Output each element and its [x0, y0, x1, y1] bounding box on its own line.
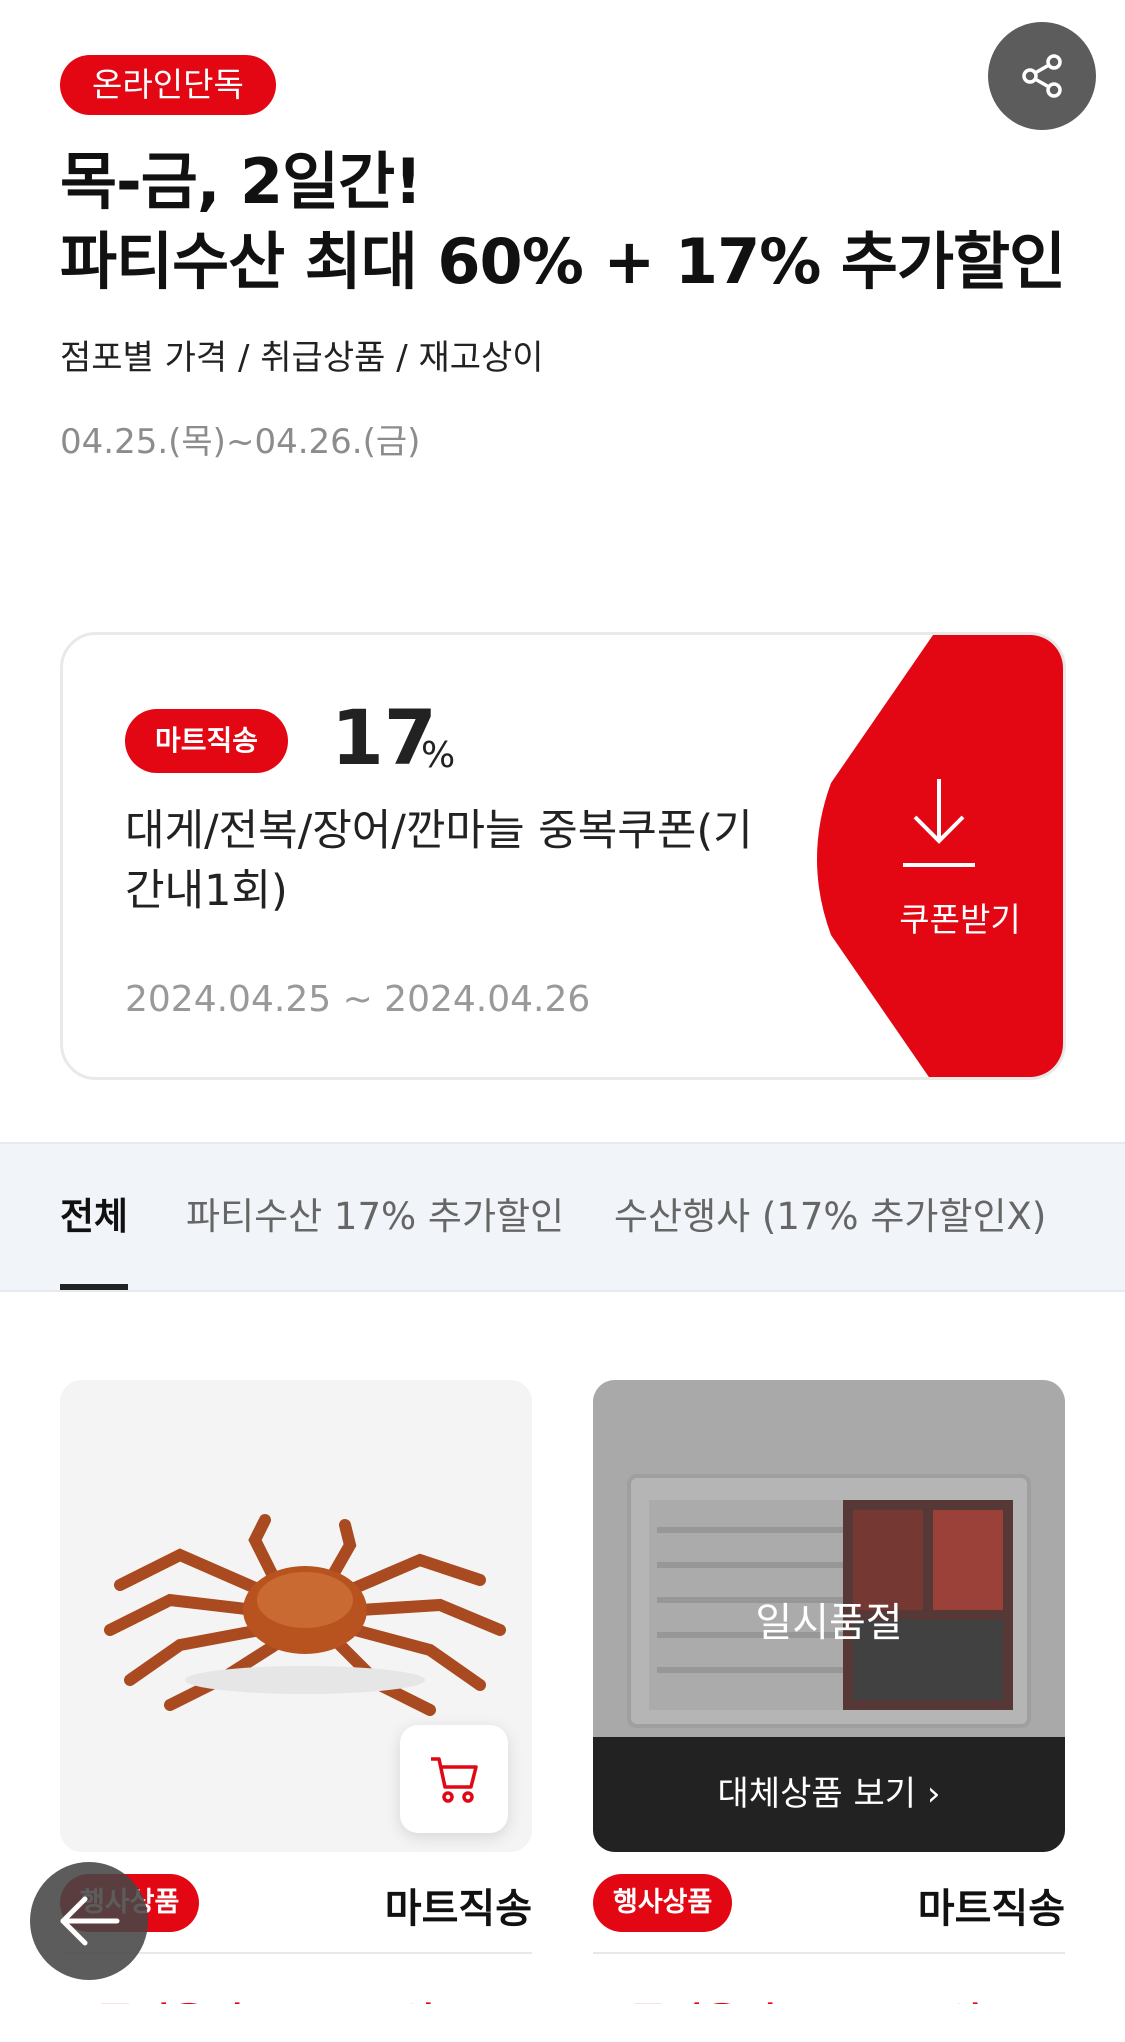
coupon-price: 쿠폰적용시 29,750원 — [593, 1954, 1065, 2004]
event-period: 04.25.(목)~04.26.(금) — [60, 422, 421, 462]
category-tabs: 전체 파티수산 17% 추가할인 수산행사 (17% 추가할인X) — [0, 1142, 1125, 1292]
coupon-card: 마트직송 17 % 대게/전복/장어/깐마늘 중복쿠폰(기간내1회) 2024.… — [60, 632, 1066, 1080]
event-product-badge: 행사상품 — [593, 1874, 733, 1932]
product-meta-row: 행사상품 마트직송 — [593, 1852, 1065, 1952]
coupon-download-button[interactable]: 쿠폰받기 — [803, 635, 1063, 1077]
cart-icon — [431, 1757, 478, 1803]
coupon-rate-unit: % — [421, 735, 456, 776]
delivery-type-label: 마트직송 — [917, 1886, 1065, 1932]
page-title: 목-금, 2일간! 파티수산 최대 60% + 17% 추가할인 — [60, 142, 1080, 302]
view-alternative-button[interactable]: 대체상품 보기 › — [593, 1737, 1065, 1852]
delivery-type-label: 마트직송 — [384, 1886, 532, 1932]
coupon-price-text: 쿠폰적용시39,500원 — [60, 1990, 435, 2004]
coupon-badge: 마트직송 — [125, 709, 289, 773]
product-card[interactable]: 일시품절 대체상품 보기 › 행사상품 마트직송 쿠폰적용시 29,750원 — [593, 1380, 1065, 2004]
title-line-1: 목-금, 2일간! — [60, 145, 422, 218]
tab-all[interactable]: 전체 — [60, 1144, 128, 1290]
product-image-eel[interactable]: 일시품절 대체상품 보기 › — [593, 1380, 1065, 1852]
tab-party-seafood-17[interactable]: 파티수산 17% 추가할인 — [186, 1144, 564, 1290]
coupon-price-text: 쿠폰적용시 29,750원 — [593, 1990, 982, 2004]
soldout-label: 일시품절 — [755, 1600, 903, 1646]
tab-seafood-event[interactable]: 수산행사 (17% 추가할인X) — [614, 1144, 1046, 1290]
back-button[interactable] — [30, 1862, 148, 1980]
product-image-crab[interactable] — [60, 1380, 532, 1852]
download-icon — [903, 779, 975, 867]
online-exclusive-badge: 온라인단독 — [60, 55, 276, 115]
coupon-dates: 2024.04.25 ~ 2024.04.26 — [125, 979, 591, 1020]
subtitle-notice: 점포별 가격 / 취급상품 / 재고상이 — [60, 338, 544, 378]
title-line-2: 파티수산 최대 60% + 17% 추가할인 — [60, 225, 1066, 298]
share-icon — [1022, 54, 1062, 98]
add-to-cart-button[interactable] — [400, 1725, 508, 1833]
active-tab-underline — [60, 1284, 128, 1290]
share-button[interactable] — [988, 22, 1096, 130]
arrow-left-icon — [60, 1896, 120, 1946]
page: 온라인단독 목-금, 2일간! 파티수산 최대 60% + 17% 추가할인 점… — [0, 0, 1125, 2042]
coupon-name: 대게/전복/장어/깐마늘 중복쿠폰(기간내1회) — [125, 806, 753, 916]
coupon-download-label: 쿠폰받기 — [899, 900, 1021, 939]
